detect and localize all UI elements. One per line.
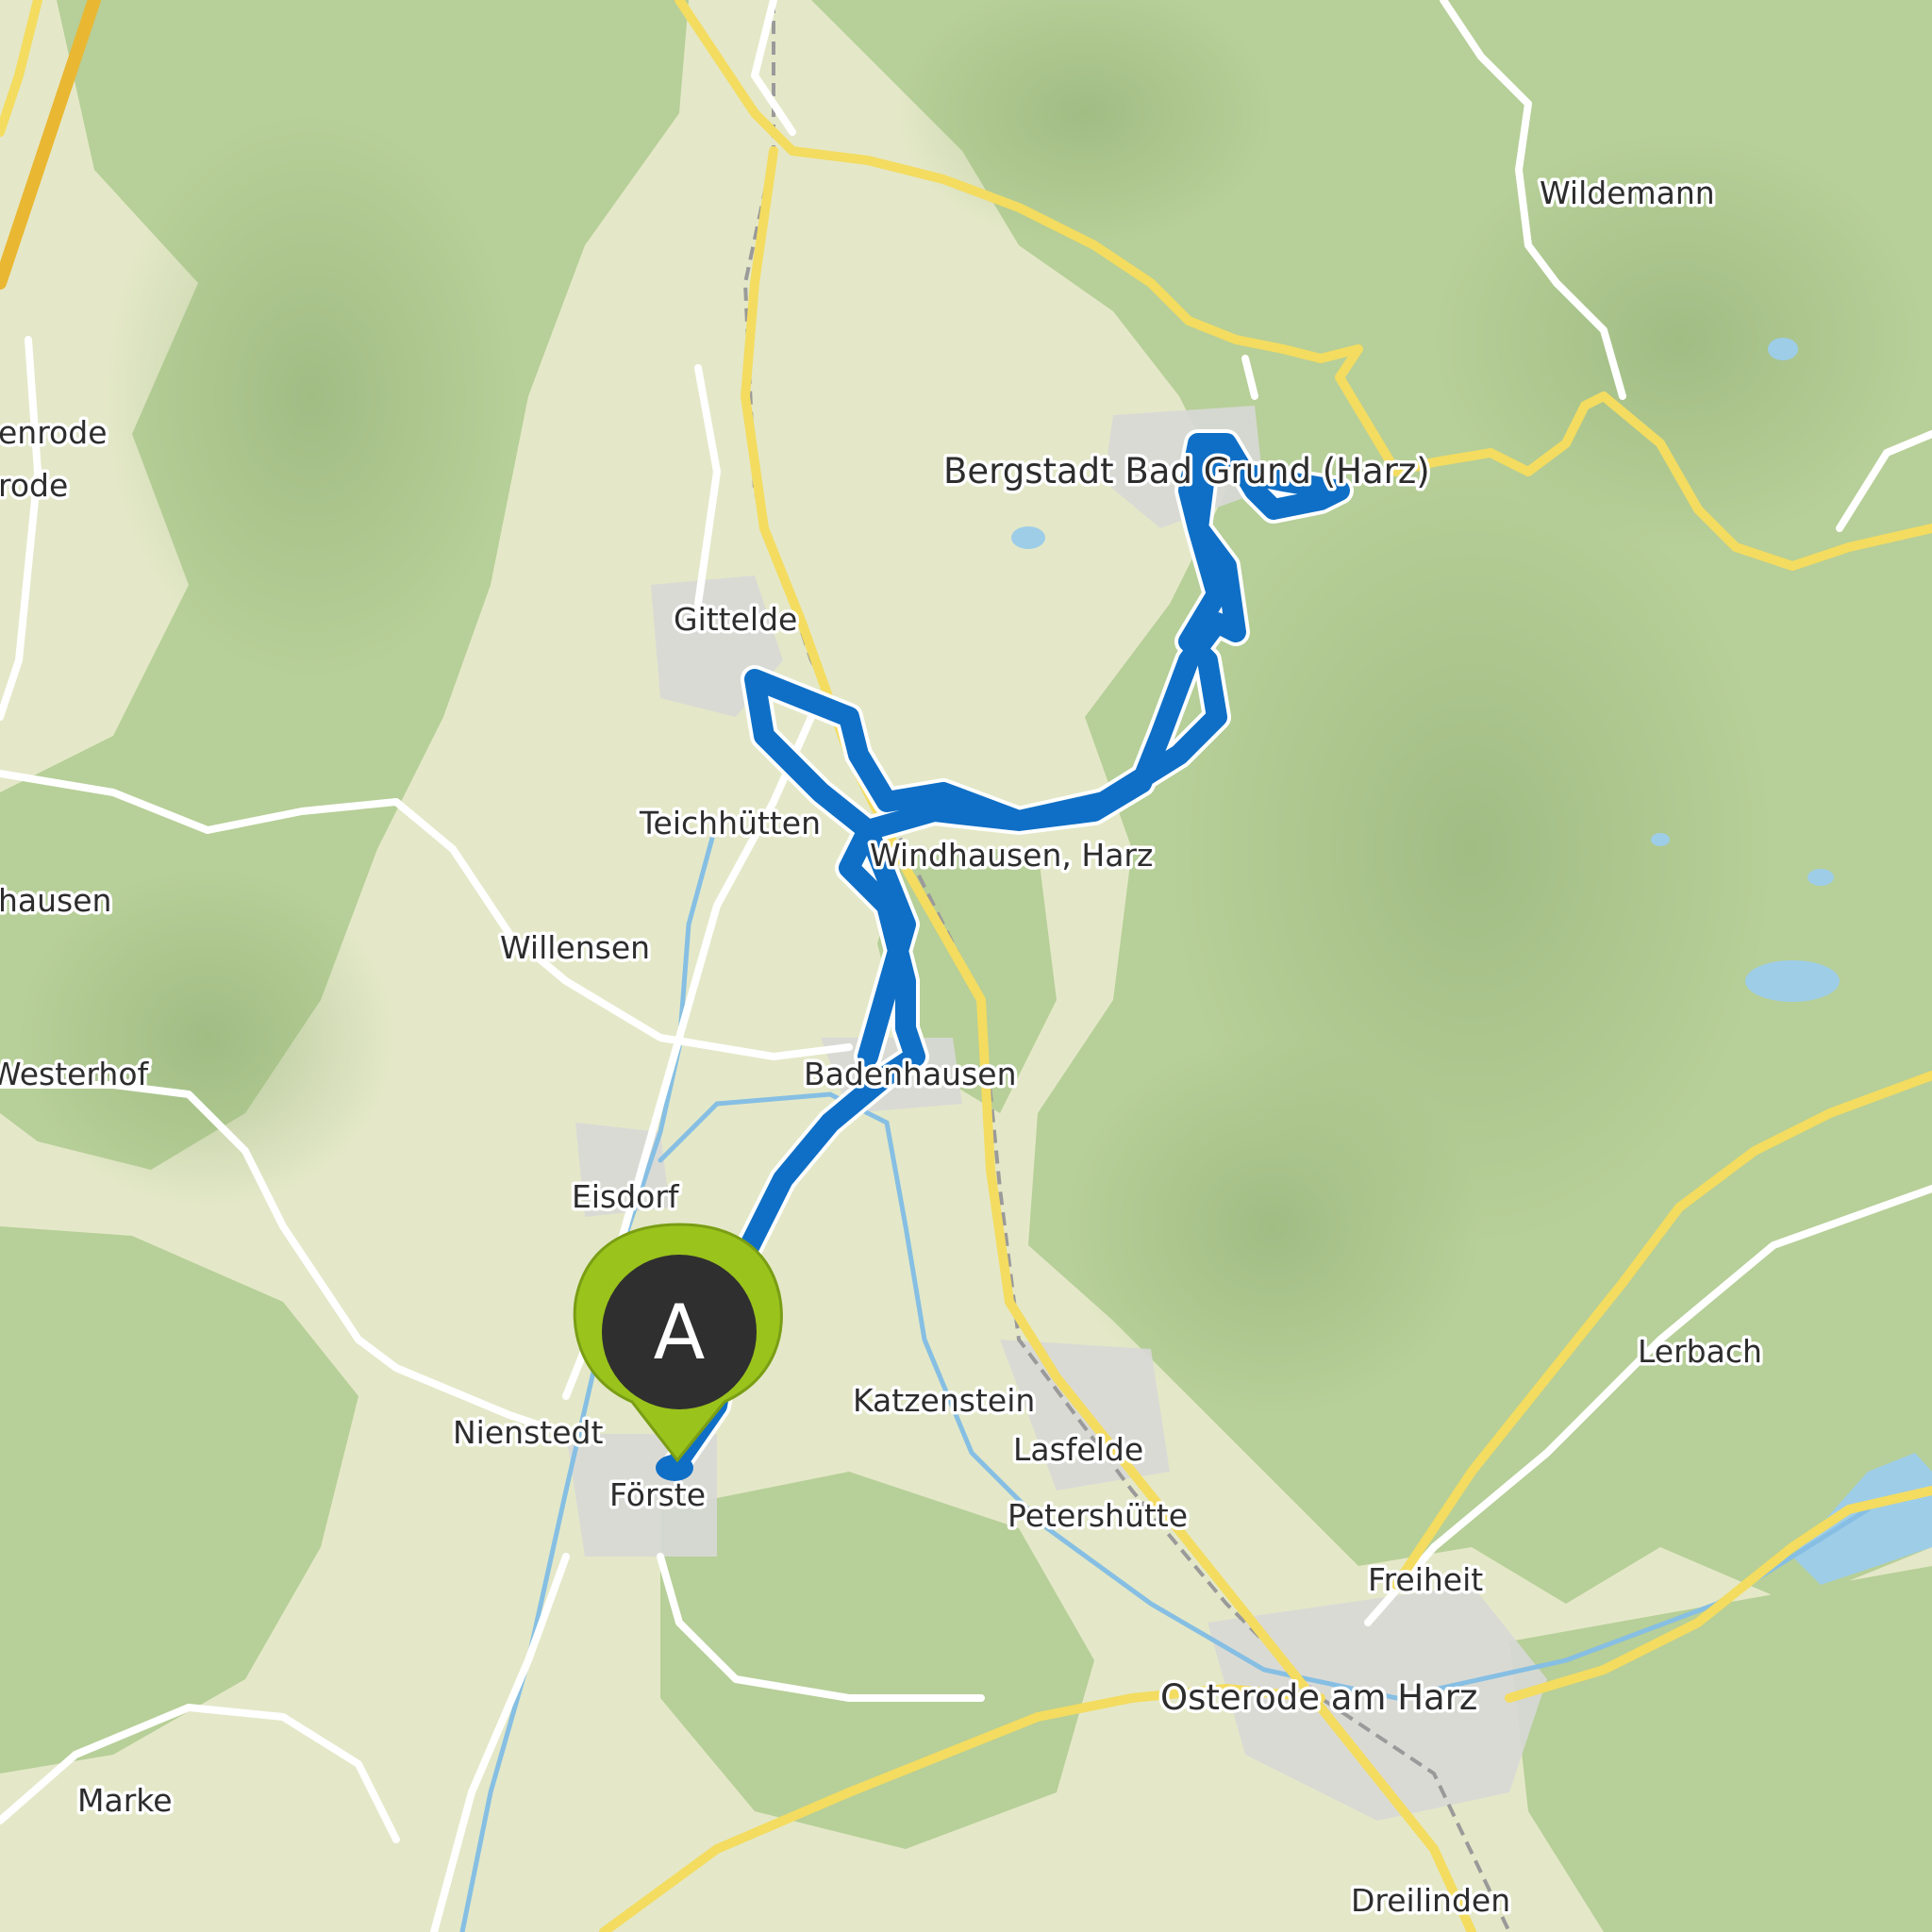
lake bbox=[1745, 960, 1840, 1002]
hill-shade bbox=[104, 113, 519, 679]
lake bbox=[1768, 338, 1798, 360]
place-label-freiheit: Freiheit bbox=[1368, 1561, 1483, 1598]
marker-label: A bbox=[654, 1289, 706, 1376]
place-label-rode: rode bbox=[0, 467, 68, 504]
place-label-osterode: Osterode am Harz bbox=[1160, 1677, 1477, 1718]
place-label-lasfelde: Lasfelde bbox=[1013, 1431, 1143, 1468]
place-label-lerbach: Lerbach bbox=[1638, 1333, 1762, 1370]
place-label-nienstedt: Nienstedt bbox=[453, 1414, 603, 1451]
lake bbox=[1807, 869, 1834, 886]
place-label-badenhausen: Badenhausen bbox=[804, 1056, 1017, 1092]
place-label-enrode: enrode bbox=[0, 414, 108, 451]
lake bbox=[1011, 526, 1045, 549]
place-label-dreilinden: Dreilinden bbox=[1351, 1882, 1510, 1919]
place-label-gittelde: Gittelde bbox=[674, 601, 797, 638]
place-label-bergstadt: Bergstadt Bad Grund (Harz) bbox=[943, 451, 1430, 491]
place-label-wildemann: Wildemann bbox=[1540, 175, 1715, 211]
place-label-marke: Marke bbox=[77, 1782, 173, 1819]
place-label-foerste: Förste bbox=[609, 1476, 706, 1513]
place-label-katzenstein: Katzenstein bbox=[853, 1382, 1035, 1419]
lake bbox=[1651, 833, 1670, 846]
hill-shade bbox=[19, 868, 396, 1208]
place-label-teichhuetten: Teichhütten bbox=[639, 805, 821, 841]
place-label-petershuette: Petershütte bbox=[1008, 1497, 1188, 1534]
place-label-windhausen: Windhausen, Harz bbox=[870, 837, 1153, 874]
place-label-westerhof: Westerhof bbox=[0, 1056, 150, 1092]
place-label-willensen: Willensen bbox=[500, 929, 650, 966]
place-label-hausen: hausen bbox=[0, 882, 111, 919]
topographic-map[interactable]: Wildemann enrode rode Bergstadt Bad Grun… bbox=[0, 0, 1932, 1932]
place-label-eisdorf: Eisdorf bbox=[572, 1178, 680, 1215]
